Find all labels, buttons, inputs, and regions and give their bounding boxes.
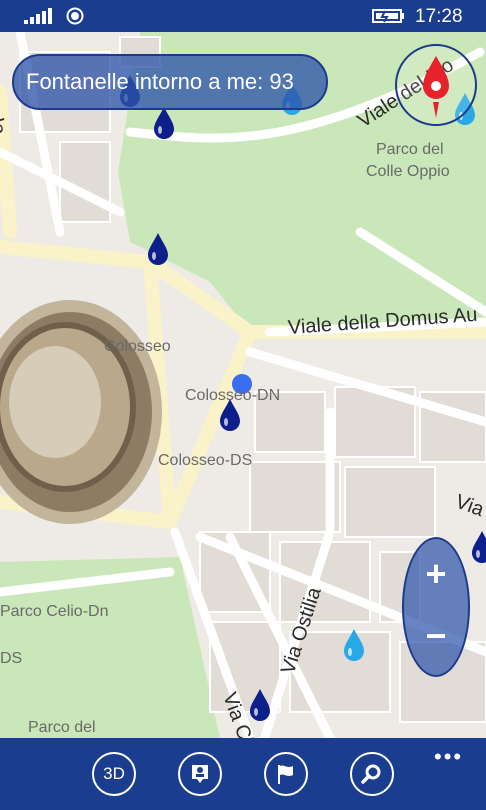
- zoom-in-button[interactable]: +: [404, 553, 468, 595]
- flag-button[interactable]: [264, 752, 308, 796]
- wifi-icon: [66, 7, 84, 25]
- signal-strength-icon: [24, 8, 52, 24]
- fountain-counter: Fontanelle intorno a me: 93: [12, 54, 328, 110]
- fountain-pin-dark-icon[interactable]: [152, 106, 176, 140]
- 3d-label: 3D: [103, 764, 125, 783]
- map-view[interactable]: Colosseo Colosseo-DN Colosseo-DS Parco d…: [0, 32, 486, 738]
- search-button[interactable]: [350, 752, 394, 796]
- compass-icon: [423, 56, 449, 118]
- app-bar: 3D •••: [0, 738, 486, 810]
- label-colosseo-ds: Colosseo-DS: [158, 452, 253, 469]
- zoom-out-button[interactable]: −: [404, 615, 468, 657]
- zoom-control: + −: [402, 537, 470, 677]
- status-bar: 17:28: [0, 0, 486, 32]
- add-fountain-button[interactable]: [178, 752, 222, 796]
- report-pin-icon: [192, 765, 208, 783]
- compass-button[interactable]: [395, 44, 477, 126]
- battery-charging-icon: [372, 9, 404, 23]
- label-parco-del-bottom: Parco del: [28, 719, 96, 736]
- label-parco-celio: Parco Celio-Dn: [0, 603, 109, 620]
- clock: 17:28: [415, 6, 463, 27]
- 3d-view-button[interactable]: 3D: [92, 752, 136, 796]
- label-parco-colle-2: Colle Oppio: [366, 163, 450, 180]
- more-menu-button[interactable]: •••: [434, 744, 463, 770]
- label-ds: DS: [0, 650, 23, 667]
- fountain-pin-dark-icon[interactable]: [146, 232, 170, 266]
- fountain-pin-dark-icon[interactable]: [248, 688, 272, 722]
- search-icon: [361, 764, 381, 784]
- fountain-pin-light-icon[interactable]: [342, 628, 366, 662]
- label-parco-colle-1: Parco del: [376, 141, 444, 158]
- fountain-pin-dark-icon[interactable]: [218, 398, 242, 432]
- fountain-pin-dark-icon[interactable]: [470, 530, 486, 564]
- label-colosseo: Colosseo: [104, 338, 171, 355]
- fountain-counter-label: Fontanelle intorno a me: 93: [26, 69, 294, 94]
- flag-icon: [278, 765, 293, 784]
